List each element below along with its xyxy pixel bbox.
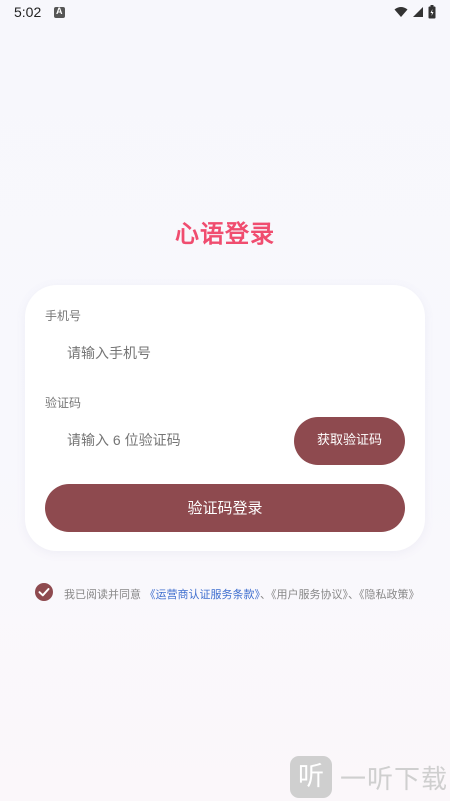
wifi-icon <box>394 7 408 17</box>
agreement-checkbox[interactable] <box>35 583 53 601</box>
phone-input[interactable] <box>67 345 397 361</box>
status-time: 5:02 <box>14 4 42 20</box>
page-title: 心语登录 <box>175 220 275 248</box>
phone-label: 手机号 <box>45 309 82 323</box>
login-card: 手机号 验证码 获取验证码 验证码登录 <box>25 285 425 551</box>
code-login-button[interactable]: 验证码登录 <box>45 484 405 532</box>
status-bar: 5:02 <box>0 0 450 26</box>
user-agreement-link[interactable]: 《用户服务协议》 <box>271 588 348 601</box>
agreement-separator: 、 <box>348 588 359 601</box>
battery-icon <box>428 5 436 19</box>
code-input[interactable] <box>67 432 282 448</box>
check-icon <box>38 588 50 597</box>
privacy-policy-link[interactable]: 《隐私政策》 <box>359 588 420 601</box>
notification-a-icon <box>54 6 65 18</box>
agreement-separator: 、 <box>260 588 271 601</box>
status-icons <box>394 5 436 19</box>
code-label: 验证码 <box>45 396 82 410</box>
watermark-logo: 听 <box>290 756 332 798</box>
agreement-text: 我已阅读并同意 《运营商认证服务条款》、《用户服务协议》、《隐私政策》 <box>64 584 430 605</box>
agreement-prefix: 我已阅读并同意 <box>64 588 141 601</box>
watermark: 听 一听下载 <box>290 756 448 798</box>
watermark-text: 一听下载 <box>340 764 449 795</box>
get-code-button[interactable]: 获取验证码 <box>294 417 405 465</box>
signal-icon <box>413 7 423 17</box>
carrier-terms-link[interactable]: 《运营商认证服务条款》 <box>145 588 261 601</box>
